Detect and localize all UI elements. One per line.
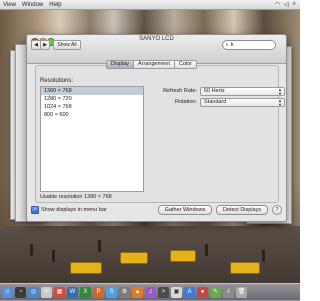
- powerpoint-icon[interactable]: P: [93, 287, 104, 298]
- spotlight-icon[interactable]: ⌕: [291, 1, 298, 8]
- menu-view[interactable]: View: [0, 2, 19, 8]
- pedestrian: [262, 250, 265, 262]
- downloads-icon[interactable]: ⇩: [223, 287, 234, 298]
- dashboard-icon[interactable]: ◔: [15, 287, 26, 298]
- resolution-option[interactable]: 1280 × 720: [41, 95, 143, 103]
- search-field[interactable]: ⌕: [222, 40, 276, 50]
- forward-button[interactable]: ▶: [40, 40, 50, 50]
- pedestrian: [98, 240, 101, 252]
- search-icon: ⌕: [225, 42, 229, 48]
- volume-icon[interactable]: ◁: [282, 1, 291, 8]
- pedestrian: [52, 250, 55, 262]
- finder-icon[interactable]: ☺: [2, 287, 13, 298]
- show-displays-checkbox-row[interactable]: ✓ Show displays in menu bar: [31, 206, 107, 214]
- rotation-value: Standard: [204, 99, 227, 105]
- preview-icon[interactable]: ▣: [171, 287, 182, 298]
- resolution-option[interactable]: 1024 × 768: [41, 103, 143, 111]
- tab-display[interactable]: Display: [106, 60, 135, 69]
- tab-bar: Display Arrangement Color: [106, 60, 197, 69]
- taxi: [230, 262, 260, 274]
- show-all-button[interactable]: Show All: [53, 40, 81, 50]
- resolution-option[interactable]: 800 × 600: [41, 111, 143, 119]
- menu-bar: View Window Help ◠ ◁ ⌕: [0, 0, 300, 10]
- safari-icon[interactable]: ◎: [28, 287, 39, 298]
- dock: ☺ ◔ ◎ ✉ ▦ W X P S ⚙ ▲ ♫ > ▣ A ● ✎ ⇩ 🗑: [0, 283, 300, 301]
- pedestrian: [205, 244, 208, 256]
- menu-window[interactable]: Window: [19, 2, 46, 8]
- show-displays-checkbox[interactable]: ✓: [31, 206, 39, 214]
- rotation-select[interactable]: Standard ▲ ▼: [200, 98, 285, 107]
- taxi: [170, 250, 196, 262]
- select-arrows-icon: ▲ ▼: [278, 87, 282, 96]
- search-input[interactable]: [231, 41, 269, 49]
- photo-booth-icon[interactable]: ●: [197, 287, 208, 298]
- tab-arrangement[interactable]: Arrangement: [133, 60, 175, 69]
- show-displays-label: Show displays in menu bar: [41, 207, 107, 213]
- resolutions-label: Resolutions:: [40, 78, 74, 84]
- resolutions-list[interactable]: 1360 × 768 1280 × 720 1024 × 768 800 × 6…: [40, 86, 144, 192]
- trash-icon[interactable]: 🗑: [236, 287, 247, 298]
- terminal-icon[interactable]: >: [158, 287, 169, 298]
- taxi: [70, 262, 102, 274]
- messages-icon[interactable]: ✎: [210, 287, 221, 298]
- refresh-rate-value: 60 Hertz: [204, 88, 225, 94]
- resolution-option-selected[interactable]: 1360 × 768: [41, 87, 143, 95]
- app-store-icon[interactable]: A: [184, 287, 195, 298]
- mail-icon[interactable]: ✉: [41, 287, 52, 298]
- tab-color[interactable]: Color: [173, 60, 197, 69]
- display-preferences-window: SANYO LCD ◀ ▶ Show All ⌕ Resolutions: 13…: [26, 34, 287, 222]
- skype-icon[interactable]: S: [106, 287, 117, 298]
- display-panel: Resolutions: 1360 × 768 1280 × 720 1024 …: [35, 65, 285, 203]
- menu-help[interactable]: Help: [46, 2, 64, 8]
- system-preferences-icon[interactable]: ⚙: [119, 287, 130, 298]
- detect-displays-button[interactable]: Detect Displays: [216, 205, 268, 215]
- itunes-icon[interactable]: ♫: [145, 287, 156, 298]
- usable-resolution-text: Usable resolution 1280 × 768: [40, 194, 112, 200]
- refresh-rate-label: Refresh Rate:: [163, 88, 197, 94]
- refresh-rate-select[interactable]: 60 Hertz ▲ ▼: [200, 87, 285, 96]
- calendar-icon[interactable]: ▦: [54, 287, 65, 298]
- gather-windows-button[interactable]: Gather Windows: [158, 205, 212, 215]
- select-arrows-icon: ▲ ▼: [278, 98, 282, 107]
- excel-icon[interactable]: X: [80, 287, 91, 298]
- wifi-icon[interactable]: ◠: [273, 1, 282, 8]
- vlc-icon[interactable]: ▲: [132, 287, 143, 298]
- help-button[interactable]: ?: [272, 205, 282, 215]
- word-icon[interactable]: W: [67, 287, 78, 298]
- rotation-label: Rotation:: [174, 99, 197, 105]
- pedestrian: [30, 244, 33, 256]
- taxi: [120, 252, 148, 264]
